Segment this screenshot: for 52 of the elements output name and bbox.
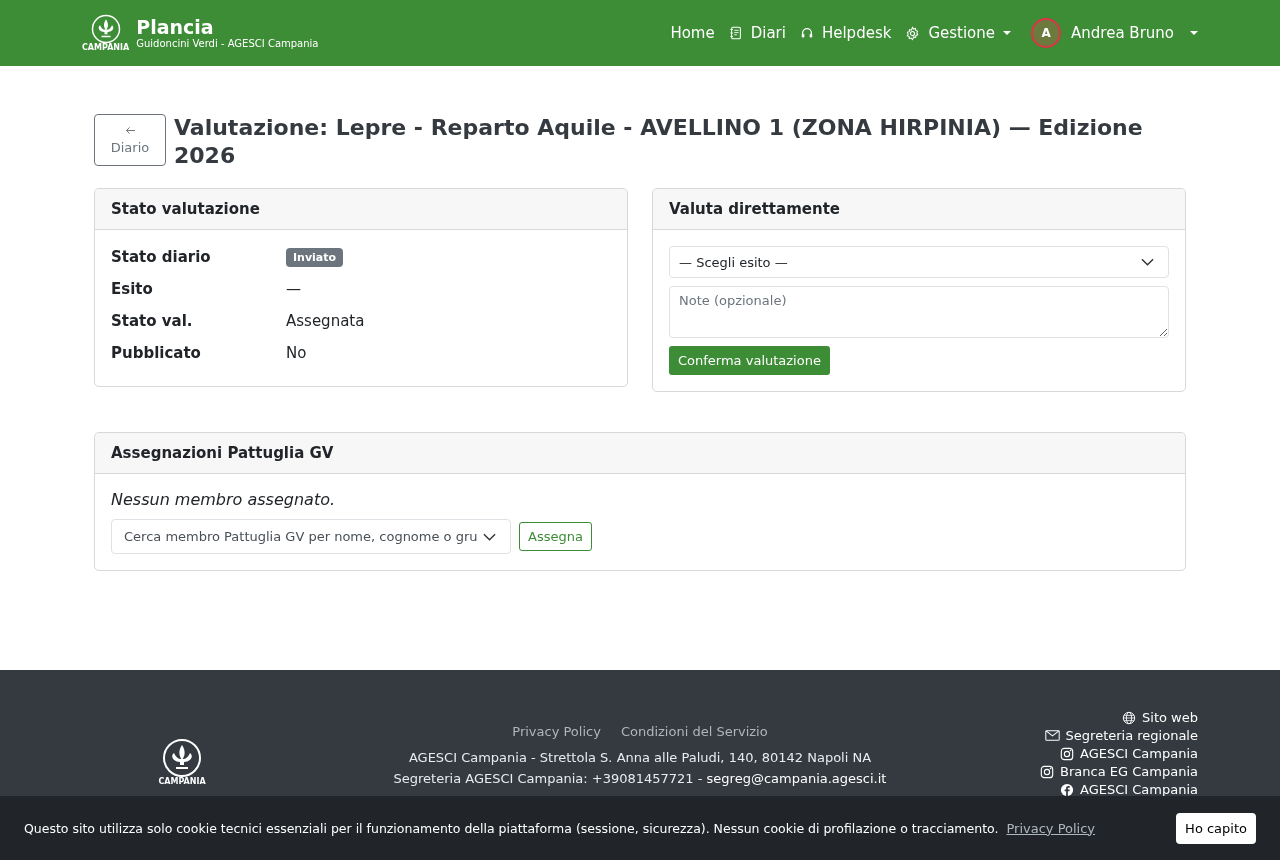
notes-field[interactable]: Note (opzionale) <box>669 286 1169 339</box>
footer-link[interactable]: Privacy Policy <box>512 724 601 739</box>
social-link[interactable]: Segreteria regionale <box>1065 728 1198 743</box>
caret-icon <box>1190 31 1198 35</box>
notebook-icon <box>728 26 743 40</box>
social-link[interactable]: Sito web <box>1142 710 1198 725</box>
nav-link[interactable]: Diari <box>750 24 786 42</box>
nav-link[interactable]: Home <box>670 24 715 42</box>
instagram-icon <box>1040 764 1055 779</box>
field-label: Pubblicato <box>111 343 202 365</box>
avatar[interactable]: A <box>1031 18 1062 48</box>
outcome-select[interactable]: — Scegli esito — <box>669 246 1169 279</box>
card-title: Assegnazioni Pattuglia GV <box>95 433 1185 475</box>
field-label: Esito <box>111 279 154 301</box>
assign-button[interactable]: Assegna <box>519 522 592 552</box>
globe-icon <box>1122 710 1137 725</box>
back-button[interactable]: Diario <box>94 114 166 166</box>
field-label: Stato diario <box>111 247 212 269</box>
social-link[interactable]: AGESCI Campania <box>1080 782 1198 797</box>
settings-icon <box>905 25 921 41</box>
address-text: AGESCI Campania - Strettola S. Anna alle Paludi, 140, 80142 Napoli NA <box>408 750 872 765</box>
back-arrow-icon <box>124 125 136 135</box>
empty-message: Nessun membro assegnato. <box>111 490 337 510</box>
chevron-icon <box>483 532 496 541</box>
member-select[interactable]: Cerca membro Pattuglia GV per nome, cognome o gru <box>111 519 511 555</box>
social-link[interactable]: AGESCI Campania <box>1080 746 1198 761</box>
email-link[interactable]: segreg@campania.agesci.it <box>706 771 887 786</box>
status-badge: Inviato <box>286 248 344 268</box>
mail-icon <box>1044 730 1060 741</box>
field-value: — <box>286 280 301 299</box>
nav-link[interactable]: Gestione <box>928 24 996 42</box>
field-value: Assegnata <box>286 312 365 331</box>
footer-link[interactable]: Condizioni del Servizio <box>620 724 768 739</box>
card-title: Stato valutazione <box>95 189 627 231</box>
card-title: Valuta direttamente <box>653 189 1185 231</box>
social-link[interactable]: Branca EG Campania <box>1060 764 1198 779</box>
brand-link[interactable]: Plancia <box>136 17 319 38</box>
cookie-text: Questo sito utilizza solo cookie tecnici essenziali per il funzionamento della piattaforma (sessione, sicurezza). Nessun cookie di profilazione o tracciamento. <box>24 820 999 836</box>
confirm-button[interactable]: Conferma valutazione <box>669 346 830 376</box>
facebook-icon <box>1060 782 1074 797</box>
instagram-icon <box>1060 746 1074 761</box>
field-value: No <box>286 344 307 363</box>
brand-subtitle: Guidoncini Verdi - AGESCI Campania <box>136 37 319 49</box>
chevron-icon <box>1141 258 1154 267</box>
privacy-link[interactable]: Privacy Policy <box>1006 820 1096 836</box>
accept-button[interactable]: Ho capito <box>1176 812 1256 844</box>
headset-icon <box>799 26 814 40</box>
contact-text: Segreteria AGESCI Campania: +39081457721 - <box>393 771 704 786</box>
nav-link[interactable]: Helpdesk <box>821 24 892 42</box>
field-label: Stato val. <box>111 311 194 333</box>
page-title: Valutazione: Lepre - Reparto Aquile - AVELLINO 1 (ZONA HIRPINIA) — Edizione 2026 <box>174 114 1144 171</box>
user-menu[interactable]: Andrea Bruno <box>1071 24 1174 42</box>
